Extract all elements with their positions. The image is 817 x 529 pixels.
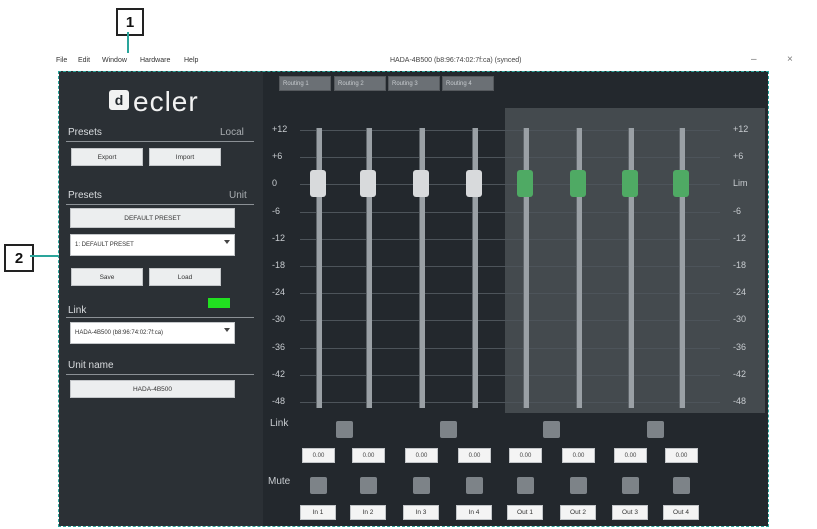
menu-window[interactable]: Window bbox=[102, 57, 127, 64]
close-button[interactable]: × bbox=[787, 54, 793, 65]
menu-help[interactable]: Help bbox=[184, 57, 198, 64]
window-title: HADA-4B500 (b8:96:74:02:7f:ca) (synced) bbox=[390, 57, 522, 64]
menu-file[interactable]: File bbox=[56, 57, 67, 64]
menu-edit[interactable]: Edit bbox=[78, 57, 90, 64]
callout-2: 2 bbox=[4, 244, 34, 272]
minimize-button[interactable]: – bbox=[751, 54, 757, 65]
callout-1: 1 bbox=[116, 8, 144, 36]
callout-1-line bbox=[127, 32, 129, 53]
menu-hardware[interactable]: Hardware bbox=[140, 57, 170, 64]
panel-highlight bbox=[58, 71, 769, 527]
callout-2-line bbox=[30, 255, 58, 257]
